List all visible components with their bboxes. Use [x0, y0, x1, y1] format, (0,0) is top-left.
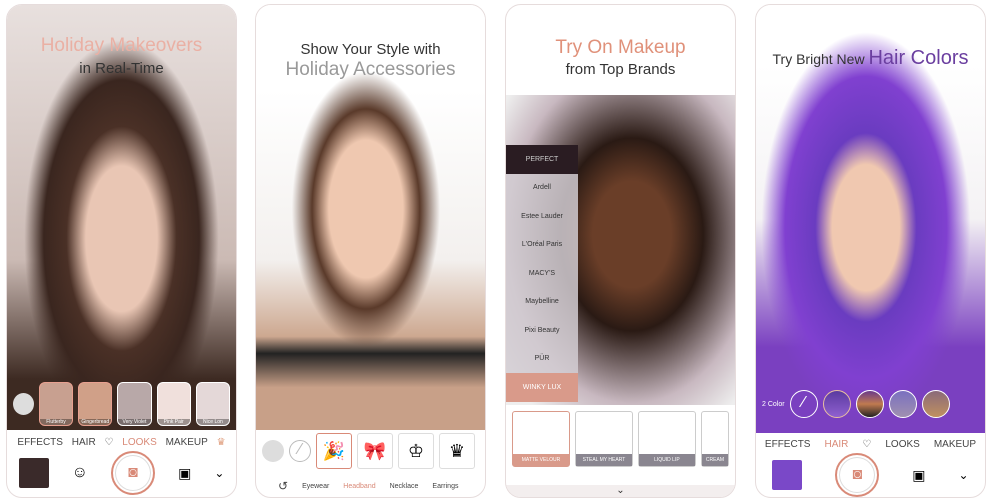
tiara-item[interactable]: ♔ [398, 433, 434, 469]
brand-item[interactable]: Pixi Beauty [506, 316, 578, 345]
hair-swatch[interactable] [855, 390, 884, 418]
color-mode-toggle[interactable]: 2 Color [762, 401, 785, 408]
title-line-2: from Top Brands [565, 61, 676, 78]
tab-favorites[interactable]: ♡ [862, 439, 871, 450]
screen-try-on-makeup: Try On Makeup from Top Brands PERFECT Ar… [505, 4, 736, 498]
brand-list: PERFECT Ardell Estee Lauder L'Oréal Pari… [506, 145, 578, 402]
category-eyewear[interactable]: Eyewear [302, 483, 329, 490]
brand-item[interactable]: Ardell [506, 174, 578, 203]
crown-icon[interactable]: ♛ [217, 437, 226, 448]
undo-icon[interactable]: ↺ [278, 479, 288, 493]
look-item[interactable]: Very Violet [117, 382, 152, 426]
crown-item[interactable]: ♛ [439, 433, 475, 469]
brand-item[interactable]: L'Oréal Paris [506, 231, 578, 260]
bow-item[interactable]: 🎀 [357, 433, 393, 469]
brand-item-active[interactable]: WINKY LUX [506, 373, 578, 402]
product-item[interactable]: CREAM [700, 411, 730, 467]
none-icon[interactable]: ⁄ [289, 440, 311, 462]
camera-shutter-button[interactable]: ◙ [835, 453, 880, 497]
camera-bar: ☺ ◙ ▣ ⌄ [7, 451, 236, 495]
camera-shutter-button[interactable]: ◙ [111, 451, 155, 495]
hair-swatch[interactable] [888, 390, 917, 418]
none-icon[interactable]: ⁄ [789, 390, 818, 418]
category-bar: ↺ Eyewear Headband Necklace Earrings [256, 475, 485, 497]
look-item[interactable]: Gingerbread [78, 382, 113, 426]
category-earrings[interactable]: Earrings [432, 483, 458, 490]
brand-item[interactable]: PERFECT [506, 145, 578, 174]
title-line-1: Holiday Makeovers [40, 35, 203, 56]
tab-effects[interactable]: EFFECTS [17, 437, 63, 448]
look-item[interactable]: Flutterby [38, 382, 74, 426]
looks-strip: Flutterby Gingerbread Very Violet Pink P… [7, 382, 236, 426]
product-strip: MATTE VELOUR STEAL MY HEART LIQUID LIP C… [506, 411, 735, 467]
brand-item[interactable]: MACY'S [506, 259, 578, 288]
feature-tabs: EFFECTS HAIR ♡ LOOKS MAKEUP ♛ [7, 437, 236, 448]
title-line-1: Show Your Style with [300, 41, 441, 58]
title-line-2: Holiday Accessories [285, 59, 456, 80]
tab-looks[interactable]: LOOKS [885, 439, 919, 450]
look-item[interactable]: Pink Pair [156, 382, 191, 426]
hair-swatch[interactable] [822, 390, 851, 418]
title-line-1: Try On Makeup [555, 37, 686, 58]
product-item[interactable]: STEAL MY HEART [574, 411, 633, 467]
brand-item[interactable]: Estee Lauder [506, 202, 578, 231]
look-item[interactable]: Nice Lon [195, 382, 231, 426]
title-line-2: in Real-Time [79, 60, 164, 77]
product-item[interactable]: MATTE VELOUR [512, 411, 570, 467]
looks-store-icon[interactable] [13, 393, 34, 415]
chevron-down-icon[interactable]: ⌄ [958, 468, 968, 482]
tab-favorites[interactable]: ♡ [105, 437, 114, 448]
category-necklace[interactable]: Necklace [390, 483, 419, 490]
camera-bar: ◙ ▣ ⌄ [756, 453, 985, 497]
chevron-down-icon[interactable]: ⌄ [506, 485, 735, 497]
product-item[interactable]: LIQUID LIP [637, 411, 696, 467]
store-icon[interactable] [262, 440, 284, 462]
brand-item[interactable]: PÜR [506, 345, 578, 374]
feature-tabs: EFFECTS HAIR ♡ LOOKS MAKEUP [756, 439, 985, 450]
tab-effects[interactable]: EFFECTS [765, 439, 811, 450]
video-icon[interactable]: ▣ [178, 465, 191, 482]
tab-makeup[interactable]: MAKEUP [934, 439, 976, 450]
tab-makeup[interactable]: MAKEUP [166, 437, 208, 448]
chevron-down-icon[interactable]: ⌄ [214, 466, 224, 480]
brand-item[interactable]: Maybelline [506, 288, 578, 317]
screen-hair-colors: Try Bright New Hair Colors 2 Color ⁄ EFF… [755, 4, 986, 498]
hair-color-strip: 2 Color ⁄ [756, 390, 985, 418]
face-icon[interactable]: ☺ [72, 464, 88, 482]
screen-holiday-accessories: Show Your Style with Holiday Accessories… [255, 4, 486, 498]
party-hat-item[interactable]: 🎉 [316, 433, 352, 469]
tab-hair[interactable]: HAIR [72, 437, 96, 448]
title: Try Bright New Hair Colors [756, 47, 985, 70]
screen-holiday-makeovers: Holiday Makeovers in Real-Time Flutterby… [6, 4, 237, 498]
video-icon[interactable]: ▣ [912, 467, 925, 484]
category-headband[interactable]: Headband [343, 483, 375, 490]
tab-looks[interactable]: LOOKS [122, 437, 156, 448]
tab-hair[interactable]: HAIR [824, 439, 848, 450]
photo-thumbnail[interactable] [18, 458, 49, 488]
accessory-strip: ⁄ 🎉 🎀 ♔ ♛ [256, 433, 485, 469]
photo-thumbnail[interactable] [772, 460, 803, 490]
title-line-2: Hair Colors [868, 47, 969, 69]
title-line-1: Try Bright New [772, 51, 865, 67]
hair-swatch[interactable] [921, 390, 950, 418]
